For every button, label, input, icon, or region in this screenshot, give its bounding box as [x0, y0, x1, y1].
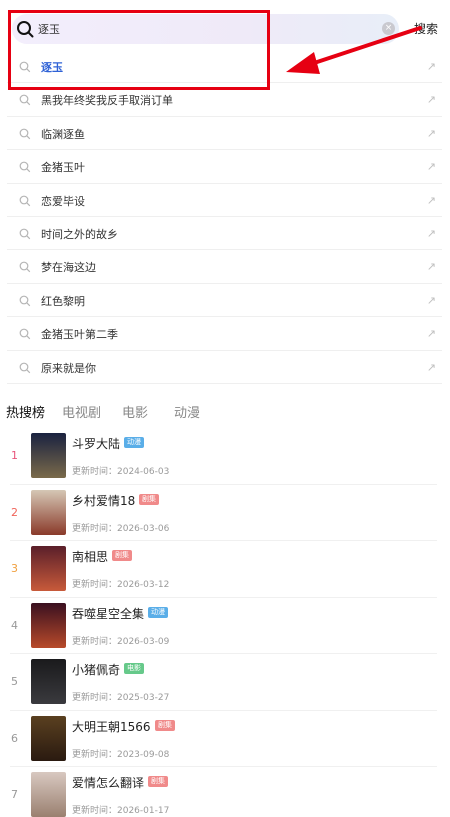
suggestion-item[interactable]: 金猪玉叶第二季 ↗: [7, 317, 442, 351]
rank-number: 7: [11, 788, 18, 801]
hot-list-item[interactable]: 6 大明王朝1566 剧集更新时间：2023-09-08: [0, 711, 450, 767]
suggestion-label: 梦在海这边: [41, 261, 96, 275]
arrow-up-left-icon[interactable]: ↗: [427, 294, 436, 307]
arrow-up-left-icon[interactable]: ↗: [427, 327, 436, 340]
rank-number: 2: [11, 505, 18, 519]
tab-1[interactable]: 电视剧: [62, 402, 101, 421]
tab-3[interactable]: 动漫: [174, 402, 200, 421]
search-icon: [19, 94, 31, 106]
search-icon: [19, 161, 31, 173]
rank-number: 4: [11, 618, 18, 632]
update-time: 更新时间：2023-09-08: [72, 749, 170, 760]
item-title: 乡村爱情18: [72, 493, 136, 508]
poster-thumbnail[interactable]: [31, 489, 66, 535]
hot-list-item[interactable]: 2 乡村爱情18 剧集更新时间：2026-03-06: [0, 485, 450, 541]
search-icon: [19, 195, 31, 206]
item-title: 南相思: [72, 550, 109, 564]
suggestion-item[interactable]: 金猪玉叶 ↗: [7, 150, 442, 184]
category-badge: 电影: [124, 663, 144, 674]
tab-2[interactable]: 电影: [122, 402, 148, 421]
hot-list-item[interactable]: 5 小猪佩奇 电影更新时间：2025-03-27: [0, 654, 450, 711]
search-icon: [19, 228, 31, 240]
highlight-box: [8, 10, 270, 90]
category-badge: 剧集: [139, 493, 159, 505]
poster-thumbnail[interactable]: [31, 715, 66, 761]
arrow-up-left-icon[interactable]: ↗: [427, 260, 436, 273]
category-badge: 动漫: [148, 606, 168, 618]
hot-list-item[interactable]: 4 吞噬星空全集 动漫更新时间：2026-03-09: [0, 598, 450, 654]
suggestion-label: 红色黎明: [41, 294, 85, 308]
search-icon: [19, 295, 31, 306]
suggestion-label: 金猪玉叶: [41, 161, 85, 175]
arrow-up-left-icon[interactable]: ↗: [427, 93, 436, 106]
suggestion-item[interactable]: 临渊逐鱼 ↗: [7, 117, 442, 151]
poster-thumbnail[interactable]: [31, 659, 66, 704]
poster-thumbnail[interactable]: [31, 602, 66, 648]
rank-number: 5: [11, 675, 18, 688]
suggestion-list: 逐玉 ↗ 黑我年终奖我反手取消订单 ↗ 临渊逐鱼 ↗ 金猪玉叶 ↗ 恋爱毕设 ↗ 时间之外的故乡 ↗ 梦…: [0, 50, 450, 384]
update-time: 更新时间：2025-03-27: [72, 693, 170, 703]
annotation-arrow-icon: [286, 26, 422, 74]
hot-search-list: 1 斗罗大陆 动漫 更新时间：2024-06-03 2 乡村爱情18 剧集 更新时间：2026…: [0, 428, 450, 817]
hot-list-item[interactable]: 3 南相思 剧集更新时间：2026-03-12: [0, 541, 450, 598]
rank-number: 1: [11, 449, 18, 462]
suggestion-label: 黑我年终奖我反手取消订单: [41, 94, 173, 108]
item-title: 吞噬星空全集: [72, 606, 145, 621]
category-badge: 剧集: [112, 550, 132, 561]
poster-thumbnail[interactable]: [31, 772, 66, 817]
hot-list-item[interactable]: 7 爱情怎么翻译 剧集更新时间：2026-01-17: [0, 767, 450, 817]
arrow-up-left-icon[interactable]: ↗: [427, 361, 436, 374]
update-time: 更新时间：2026-03-06: [72, 523, 170, 534]
search-icon: [19, 128, 31, 140]
suggestion-item[interactable]: 恋爱毕设 ↗: [7, 184, 442, 217]
suggestion-item[interactable]: 时间之外的故乡 ↗: [7, 217, 442, 251]
category-badge: 剧集: [155, 719, 175, 731]
rank-number: 3: [11, 562, 18, 575]
suggestion-label: 原来就是你: [41, 361, 96, 375]
hot-list-item[interactable]: 1 斗罗大陆 动漫更新时间：2024-06-03: [0, 428, 450, 485]
update-time: 更新时间：2026-03-09: [72, 636, 170, 647]
arrow-up-left-icon[interactable]: ↗: [427, 194, 436, 207]
update-time: 更新时间：2026-01-17: [72, 806, 170, 816]
search-icon: [19, 328, 31, 340]
suggestion-item[interactable]: 原来就是你 ↗: [7, 351, 442, 384]
arrow-up-left-icon[interactable]: ↗: [427, 160, 436, 173]
search-icon: [19, 362, 31, 373]
suggestion-label: 恋爱毕设: [41, 194, 85, 208]
suggestion-label: 临渊逐鱼: [41, 127, 85, 141]
suggestion-label: 金猪玉叶第二季: [41, 328, 118, 342]
arrow-up-left-icon[interactable]: ↗: [427, 127, 436, 140]
category-badge: 动漫: [124, 437, 144, 448]
rank-number: 6: [11, 731, 18, 745]
suggestion-item[interactable]: 红色黎明 ↗: [7, 284, 442, 318]
suggestion-label: 时间之外的故乡: [41, 227, 118, 241]
update-time: 更新时间：2024-06-03: [72, 467, 170, 477]
item-title: 小猪佩奇: [72, 663, 121, 677]
item-title: 爱情怎么翻译: [72, 776, 145, 790]
suggestion-item[interactable]: 梦在海这边 ↗: [7, 250, 442, 284]
poster-thumbnail[interactable]: [31, 433, 66, 478]
item-title: 大明王朝1566: [72, 719, 151, 734]
update-time: 更新时间：2026-03-12: [72, 580, 170, 590]
item-title: 斗罗大陆: [72, 437, 121, 451]
arrow-up-left-icon[interactable]: ↗: [427, 227, 436, 240]
tab-0[interactable]: 热搜榜: [6, 402, 45, 421]
category-badge: 剧集: [148, 776, 168, 787]
search-icon: [19, 261, 31, 273]
poster-thumbnail[interactable]: [31, 546, 66, 591]
